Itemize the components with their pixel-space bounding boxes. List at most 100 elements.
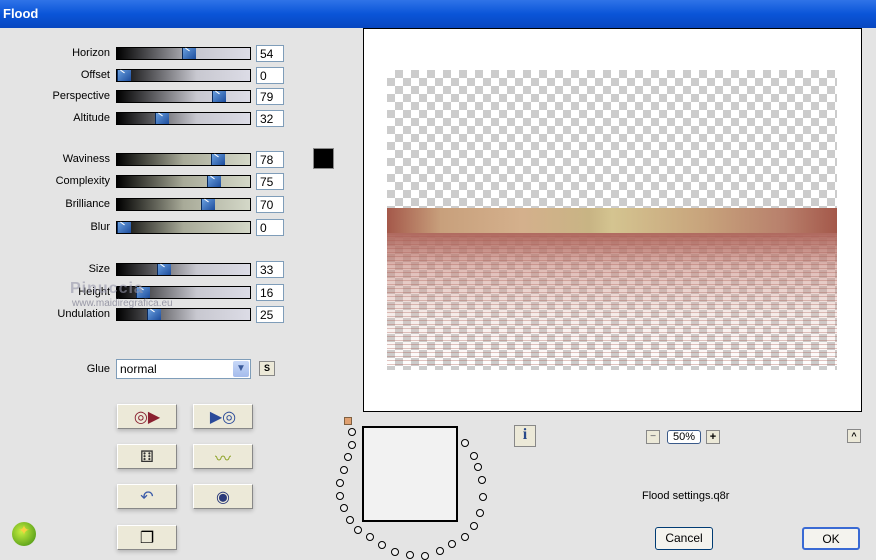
wave-button[interactable]: 〰 [193,444,253,469]
dice-icon: ⚅ [140,448,154,466]
slider-track[interactable] [116,112,251,125]
water-reflection [387,233,837,368]
settings-filename: Flood settings.q8r [642,490,730,502]
slider-thumb[interactable] [201,199,215,210]
dial-dot[interactable] [436,547,444,555]
ring-icon: ◉ [216,488,230,506]
slider-row-brilliance: Brilliance 70 [0,196,300,213]
navigator-thumbnail[interactable] [362,426,458,522]
slider-thumb[interactable] [181,48,196,59]
slider-row-complexity: Complexity 75 [0,173,300,190]
dial-dot[interactable] [348,441,356,449]
slider-label: Perspective [52,90,110,102]
slider-track[interactable] [116,69,251,82]
slider-row-perspective: Perspective 79 [0,88,300,105]
dial-dot[interactable] [336,479,344,487]
slider-track[interactable] [116,47,251,60]
dial-dot[interactable] [461,439,469,447]
dial-dot[interactable] [406,551,414,559]
slider-label: Horizon [72,47,110,59]
slider-track[interactable] [116,175,251,188]
slider-thumb[interactable] [210,154,225,165]
randomize-button[interactable]: ⚅ [117,444,177,469]
slider-value-input[interactable]: 54 [256,45,284,62]
ring-button[interactable]: ◉ [193,484,253,509]
dial-dot[interactable] [336,492,344,500]
dial-dot[interactable] [461,533,469,541]
slider-row-waviness: Waviness 78 [0,151,300,168]
ok-button[interactable]: OK [802,527,860,550]
watermark-url: www.maidiregrafica.eu [72,298,173,309]
copy-button[interactable]: ❐ [117,525,177,550]
play-disc-blue-icon: ▶◎ [209,408,237,426]
dial-dot[interactable] [354,526,362,534]
dial-dot[interactable] [340,466,348,474]
slider-track[interactable] [116,263,251,276]
slider-thumb[interactable] [155,113,170,124]
dial-dot[interactable] [474,463,482,471]
slider-value-input[interactable]: 70 [256,196,284,213]
dial-dot[interactable] [340,504,348,512]
slider-value-input[interactable]: 0 [256,219,284,236]
slider-track[interactable] [116,153,251,166]
slider-label: Size [88,263,110,275]
dial-dot[interactable] [448,540,456,548]
reset-button[interactable]: ↶ [117,484,177,509]
wave-icon: 〰 [214,450,231,468]
load-preset-button[interactable]: ◎▶ [117,404,177,429]
horizon-band [387,208,837,235]
slider-thumb[interactable] [207,176,221,187]
info-button[interactable]: i [514,425,536,447]
chevron-down-icon[interactable]: ▼ [233,361,249,377]
dial-dot[interactable] [421,552,429,560]
slider-row-undulation: Undulation 25 [0,306,300,323]
dial-dot[interactable] [479,493,487,501]
slider-thumb[interactable] [147,309,161,320]
dial-dot[interactable] [470,522,478,530]
dial-dot[interactable] [478,476,486,484]
undo-icon: ↶ [140,488,154,506]
slider-row-blur: Blur 0 [0,219,300,236]
dial-dot[interactable] [470,452,478,460]
slider-value-input[interactable]: 0 [256,67,284,84]
slider-label: Brilliance [65,198,110,210]
slider-value-input[interactable]: 79 [256,88,284,105]
slider-value-input[interactable]: 16 [256,284,284,301]
glue-select[interactable]: normal ▼ [116,359,251,379]
slider-track[interactable] [116,198,251,211]
preview-pane [363,28,862,412]
dial-dot[interactable] [344,453,352,461]
slider-value-input[interactable]: 75 [256,173,284,190]
s-button[interactable]: S [259,361,275,376]
slider-value-input[interactable]: 32 [256,110,284,127]
slider-value-input[interactable]: 78 [256,151,284,168]
slider-track[interactable] [116,308,251,321]
slider-track[interactable] [116,90,251,103]
slider-thumb[interactable] [117,70,131,81]
dial-dot[interactable] [348,428,356,436]
zoom-in-button[interactable]: + [706,430,720,444]
save-preset-button[interactable]: ▶◎ [193,404,253,429]
dial-dot[interactable] [346,516,354,524]
slider-value-input[interactable]: 33 [256,261,284,278]
watermark-name: Pinuccia [70,280,144,297]
dial-dot[interactable] [378,541,386,549]
slider-row-horizon: Horizon 54 [0,45,300,62]
slider-label: Complexity [55,175,110,187]
slider-row-size: Size 33 [0,261,300,278]
slider-thumb[interactable] [156,264,171,275]
preview-image [387,70,837,370]
slider-track[interactable] [116,221,251,234]
dial-dot[interactable] [366,533,374,541]
cancel-button[interactable]: Cancel [655,527,713,550]
app-logo-icon: ✦ [12,522,36,546]
slider-thumb[interactable] [211,91,226,102]
dial-dot[interactable] [476,509,484,517]
color-swatch[interactable] [313,148,334,169]
zoom-out-button[interactable]: − [646,430,660,444]
dial-dot[interactable] [391,548,399,556]
collapse-button[interactable]: ^ [847,429,861,443]
position-marker[interactable] [344,417,352,425]
slider-value-input[interactable]: 25 [256,306,284,323]
slider-thumb[interactable] [117,222,131,233]
